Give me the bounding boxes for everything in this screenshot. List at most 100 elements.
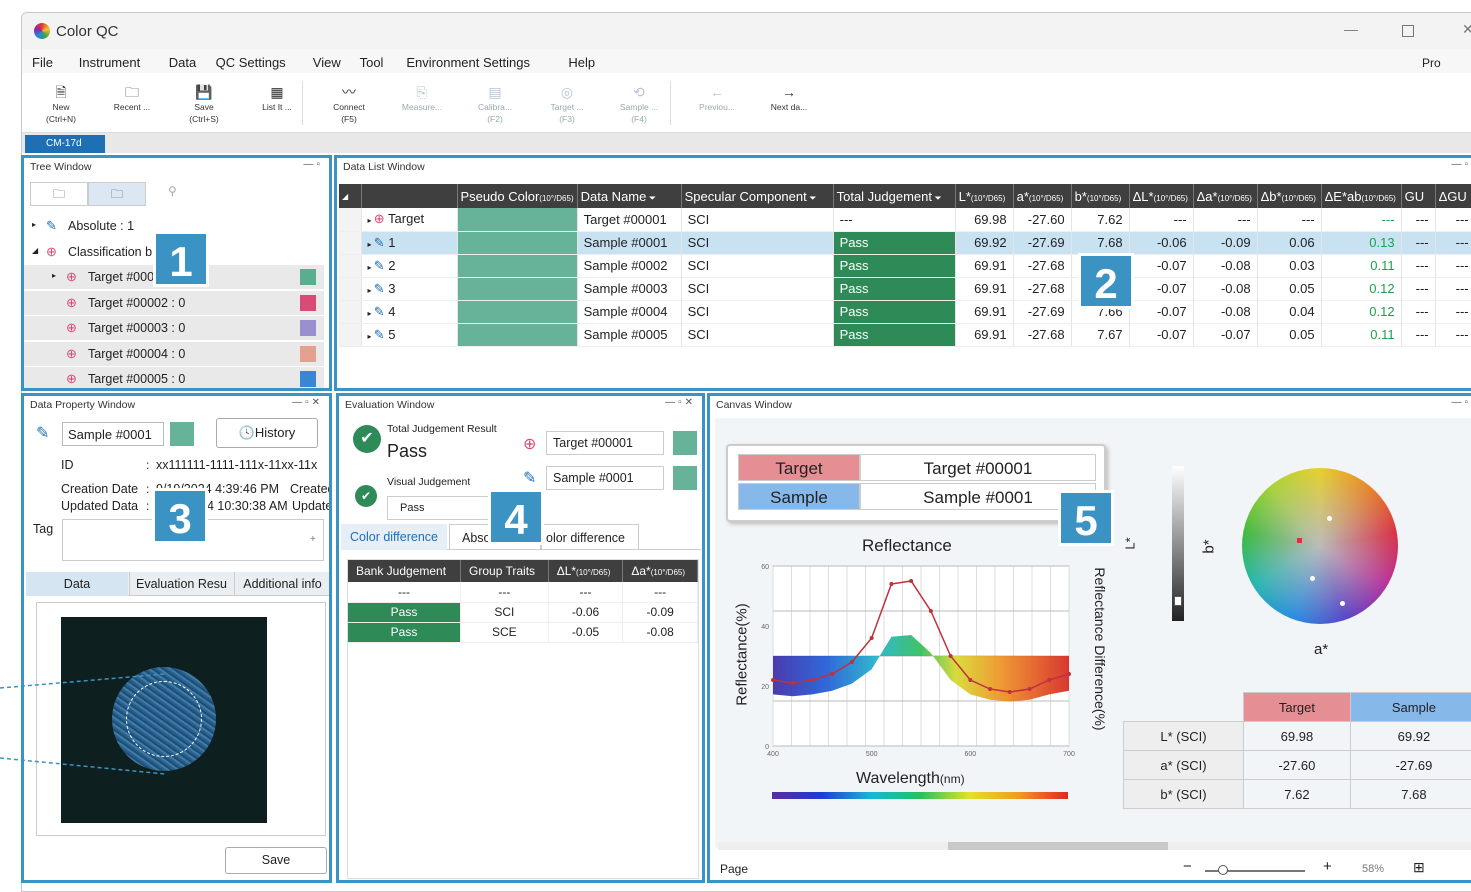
table-row[interactable]: PassSCE-0.05-0.08 <box>348 622 698 642</box>
zoom-in-icon[interactable]: + <box>1323 858 1332 875</box>
zoom-slider[interactable] <box>1205 870 1305 872</box>
tab-data[interactable]: Data <box>26 572 128 596</box>
menu-instrument[interactable]: Instrument <box>79 55 140 70</box>
value-cell-db: 0.03 <box>1257 254 1321 277</box>
column-header[interactable]: b*(10°/D65) <box>1071 184 1129 208</box>
pane-controls[interactable]: —▫ <box>303 159 323 170</box>
column-header[interactable]: ΔL*(10°/D65) <box>548 560 623 582</box>
sample-name-field[interactable]: Sample #0001 <box>62 422 164 446</box>
column-header[interactable]: Δb*(10°/D65) <box>1257 184 1321 208</box>
column-header[interactable]: Δa*(10°/D65) <box>1193 184 1257 208</box>
menu-environment-settings[interactable]: Environment Settings <box>406 55 530 70</box>
tab-color-difference-2[interactable]: olor difference <box>541 524 639 550</box>
add-tag-button[interactable]: + <box>310 534 316 545</box>
table-row[interactable]: ▸ ⊕ TargetTarget #00001SCI---69.98-27.60… <box>339 208 1471 231</box>
column-header[interactable]: Total Judgement ⏷ <box>833 184 955 208</box>
tree-item[interactable]: ▸⊕Target #00005 : 0 <box>24 367 324 391</box>
toolbar-save-button[interactable]: 💾Save(Ctrl+S) <box>172 83 236 125</box>
reflectance-point <box>850 660 854 664</box>
table-row[interactable]: PassSCI-0.06-0.09 <box>348 602 698 622</box>
filter-icon[interactable]: ⏷ <box>932 193 942 203</box>
expand-right-icon[interactable]: ▸ <box>32 220 36 229</box>
table-row[interactable]: ------------ <box>348 582 698 602</box>
column-header[interactable]: ΔL*(10°/D65) <box>1129 184 1193 208</box>
toolbar-target-measure-button[interactable]: ◎Target ...(F3) <box>535 83 599 125</box>
filter-icon[interactable]: ⏷ <box>646 193 656 203</box>
menu-data[interactable]: Data <box>169 55 196 70</box>
pane-controls[interactable]: —▫ <box>1451 159 1471 170</box>
tree-item[interactable]: ▸⊕Target #00003 : 0 <box>24 316 324 340</box>
row-index[interactable]: ▸ ✎ 4 <box>361 300 457 323</box>
folder-view-icon[interactable]: 🗀 <box>88 182 146 206</box>
expand-right-icon[interactable]: ▸ <box>52 271 56 280</box>
close-icon[interactable]: ✕ <box>1462 21 1471 38</box>
zoom-out-icon[interactable]: − <box>1183 858 1192 875</box>
table-row[interactable]: ▸ ✎ 1Sample #0001SCIPass69.92-27.697.68-… <box>339 231 1471 254</box>
column-header[interactable]: L*(10°/D65) <box>955 184 1013 208</box>
table-row[interactable]: ▸ ✎ 2Sample #0002SCIPass69.91-27.68-0.07… <box>339 254 1471 277</box>
header-corner[interactable]: ◢ <box>339 184 361 208</box>
toolbar-next-button[interactable]: →Next da... <box>757 83 821 113</box>
row-index[interactable]: ▸ ✎ 1 <box>361 231 457 254</box>
history-button[interactable]: 🕓History <box>216 418 318 448</box>
reflectance-point <box>968 678 972 682</box>
menu-tool[interactable]: Tool <box>360 55 384 70</box>
reflectance-point <box>949 654 953 658</box>
value-cell-db: 0.05 <box>1257 323 1321 346</box>
menu-qc-settings[interactable]: QC Settings <box>216 55 286 70</box>
column-header[interactable]: GU <box>1401 184 1435 208</box>
tree-item-color-swatch <box>300 346 316 362</box>
column-header[interactable]: ΔE*ab(10°/D65) <box>1321 184 1401 208</box>
column-header[interactable]: Group Traits <box>461 560 549 582</box>
column-header[interactable]: ΔGU <box>1435 184 1471 208</box>
tab-additional-info[interactable]: Additional info <box>234 572 330 596</box>
row-index[interactable]: ▸ ✎ 3 <box>361 277 457 300</box>
toolbar-new-file-button[interactable]: 🗎New(Ctrl+N) <box>29 83 93 125</box>
tab-color-difference[interactable]: Color difference <box>341 524 447 550</box>
column-header[interactable]: Pseudo Color(10°/D65) <box>457 184 577 208</box>
search-icon[interactable]: ⚲ <box>168 184 177 198</box>
maximize-icon[interactable] <box>1402 25 1414 37</box>
pane-controls[interactable]: —▫ <box>1451 397 1471 408</box>
save-button[interactable]: Save <box>225 847 327 874</box>
pane-controls[interactable]: —▫✕ <box>665 397 696 408</box>
visual-judgement-select[interactable]: Pass <box>387 496 497 520</box>
toolbar-connect-button[interactable]: 〰Connect(F5) <box>317 83 381 125</box>
column-header[interactable]: Δa*(10°/D65) <box>623 560 698 582</box>
table-row[interactable]: ▸ ✎ 3Sample #0003SCIPass69.91-27.68-0.07… <box>339 277 1471 300</box>
column-header[interactable]: Bank Judgement <box>348 560 461 582</box>
pane-controls[interactable]: —▫✕ <box>292 397 323 408</box>
row-index[interactable]: ▸ ⊕ Target <box>361 208 457 231</box>
column-header[interactable]: Data Name ⏷ <box>577 184 681 208</box>
row-index[interactable]: ▸ ✎ 5 <box>361 323 457 346</box>
tree-item[interactable]: ▸⊕Target #00004 : 0 <box>24 342 324 366</box>
tree-item[interactable]: ▸⊕Target #00002 : 0 <box>24 291 324 315</box>
row-index[interactable]: ▸ ✎ 2 <box>361 254 457 277</box>
fit-page-icon[interactable]: ⊞ <box>1413 859 1425 876</box>
horizontal-scrollbar[interactable] <box>718 842 1471 850</box>
toolbar-calibrate-button[interactable]: ▤Calibra...(F2) <box>463 83 527 125</box>
expand-down-icon[interactable]: ◢ <box>32 246 38 255</box>
column-header[interactable]: Specular Component ⏷ <box>681 184 833 208</box>
tab-evaluation-result[interactable]: Evaluation Resu <box>129 572 233 596</box>
toolbar-sample-measure-button[interactable]: ⟲Sample ...(F4) <box>607 83 671 125</box>
toolbar-previous-button[interactable]: ←Previou... <box>685 83 749 113</box>
table-row[interactable]: ▸ ✎ 4Sample #0004SCIPass69.91-27.697.66-… <box>339 300 1471 323</box>
menu-help[interactable]: Help <box>568 55 595 70</box>
row-index-label: 1 <box>388 235 395 250</box>
table-row[interactable]: ▸ ✎ 5Sample #0005SCIPass69.91-27.687.67-… <box>339 323 1471 346</box>
menu-file[interactable]: File <box>32 55 53 70</box>
toolbar-measure-button[interactable]: ⎘Measure... <box>390 83 454 113</box>
folder-icon[interactable]: 🗀 <box>30 182 88 206</box>
reflectance-point <box>909 579 913 583</box>
id-value: xx111111-1111-111x-11xx-11x <box>156 458 317 472</box>
document-tab[interactable]: CM-17d ✕ <box>25 135 105 153</box>
toolbar-list-button[interactable]: ▦List It ... <box>245 83 309 113</box>
toolbar-recent-button[interactable]: 🗀Recent ... <box>100 83 164 113</box>
minimize-icon[interactable]: — <box>1344 21 1358 37</box>
id-colon: : <box>146 458 149 472</box>
pro-label[interactable]: Pro <box>1422 56 1441 70</box>
column-header[interactable]: a*(10°/D65) <box>1013 184 1071 208</box>
menu-view[interactable]: View <box>313 55 341 70</box>
filter-icon[interactable]: ⏷ <box>807 193 817 203</box>
